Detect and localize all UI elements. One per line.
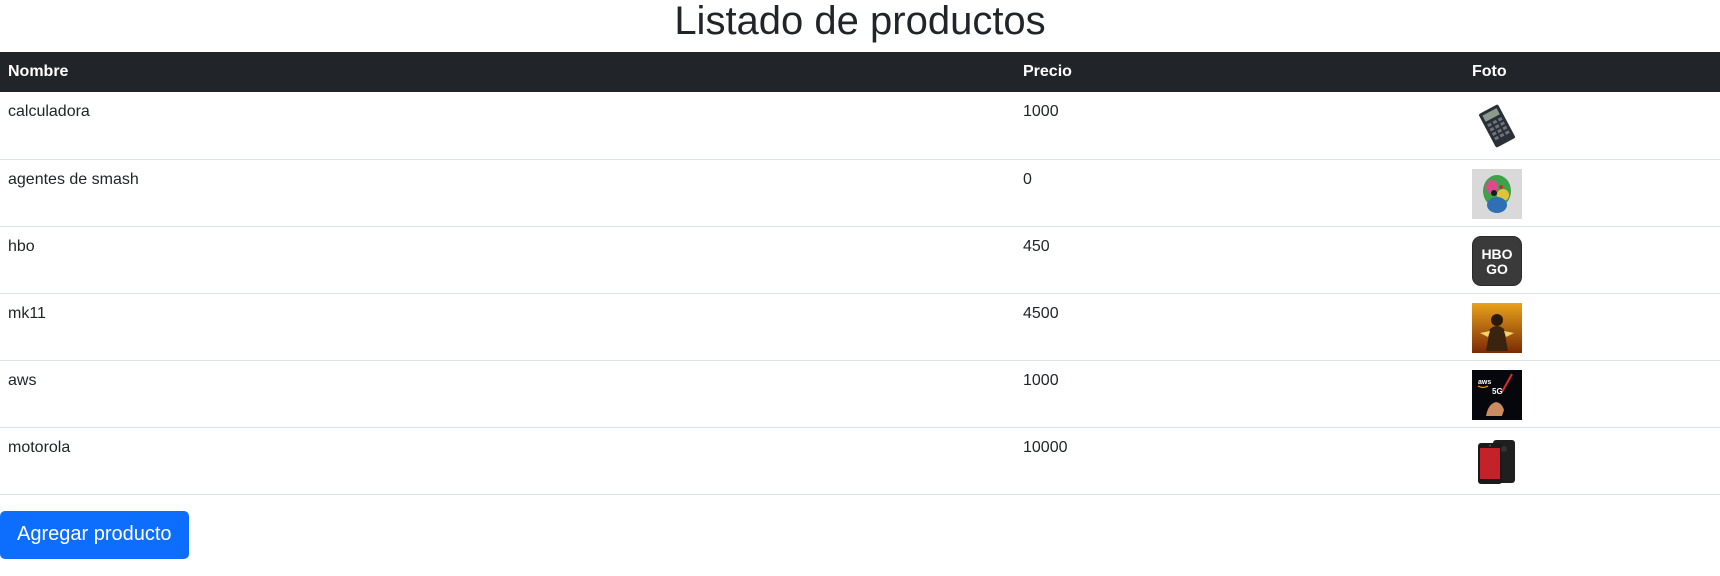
column-header-price[interactable]: Precio xyxy=(1015,52,1464,92)
product-name: calculadora xyxy=(0,92,1015,160)
table-row: hbo 450 HBO GO xyxy=(0,226,1720,294)
table-row: aws 1000 aws 5G xyxy=(0,360,1720,428)
mk11-fighter-photo xyxy=(1472,302,1522,353)
hbo-go-logo-photo: HBO GO xyxy=(1472,235,1522,286)
colorful-character-photo xyxy=(1472,168,1522,219)
product-price: 0 xyxy=(1015,159,1464,227)
column-header-name[interactable]: Nombre xyxy=(0,52,1015,92)
page-title: Listado de productos xyxy=(674,0,1046,43)
product-price: 450 xyxy=(1015,226,1464,294)
product-price: 10000 xyxy=(1015,427,1464,495)
svg-text:5G: 5G xyxy=(1492,387,1503,396)
svg-text:HBO: HBO xyxy=(1481,246,1512,262)
product-name: agentes de smash xyxy=(0,159,1015,227)
svg-text:aws: aws xyxy=(1478,379,1491,386)
add-product-button[interactable]: Agregar producto xyxy=(0,510,189,559)
product-name: motorola xyxy=(0,427,1015,495)
product-price: 1000 xyxy=(1015,360,1464,428)
column-header-photo[interactable]: Foto xyxy=(1464,52,1720,92)
product-price: 1000 xyxy=(1015,92,1464,160)
product-name: hbo xyxy=(0,226,1015,294)
calculator-photo xyxy=(1472,101,1522,151)
table-header-row: Nombre Precio Foto xyxy=(0,52,1720,92)
product-price: 4500 xyxy=(1015,293,1464,361)
products-table: Nombre Precio Foto calculadora 1000 agen… xyxy=(0,52,1720,495)
product-name: aws xyxy=(0,360,1015,428)
table-row: motorola 10000 xyxy=(0,427,1720,495)
red-phone-photo xyxy=(1472,436,1522,487)
svg-text:GO: GO xyxy=(1486,261,1508,277)
product-name: mk11 xyxy=(0,293,1015,361)
table-row: agentes de smash 0 xyxy=(0,159,1720,227)
table-row: mk11 4500 xyxy=(0,293,1720,361)
table-row: calculadora 1000 xyxy=(0,92,1720,160)
aws-5g-photo: aws 5G xyxy=(1472,369,1522,420)
